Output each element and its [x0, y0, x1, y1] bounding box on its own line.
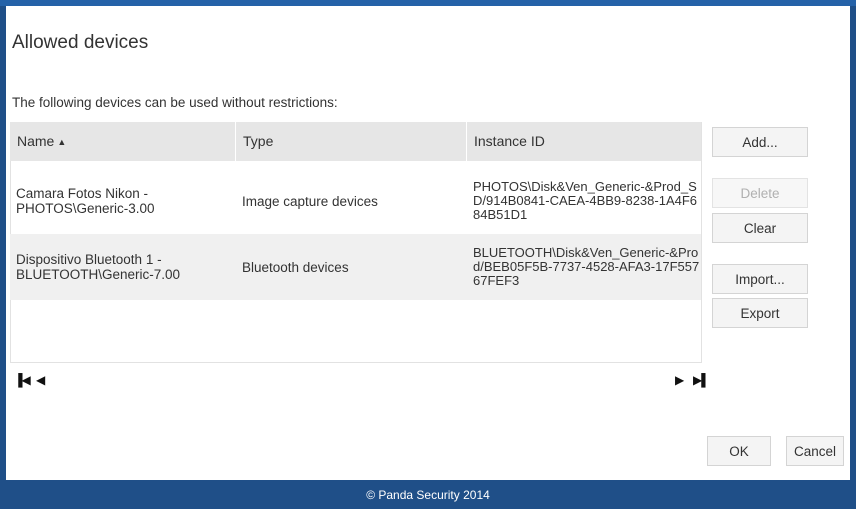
cell-type: Image capture devices: [242, 193, 378, 209]
sort-ascending-icon: ▲: [57, 136, 67, 147]
table-row[interactable]: Dispositivo Bluetooth 1 - BLUETOOTH\Gene…: [10, 234, 701, 300]
cell-type: Bluetooth devices: [242, 259, 349, 275]
footer: © Panda Security 2014: [0, 480, 856, 509]
dialog-title: Allowed devices: [12, 32, 149, 53]
dialog-subtitle: The following devices can be used withou…: [12, 95, 338, 110]
last-page-icon[interactable]: ▶▌: [693, 373, 710, 387]
export-button[interactable]: Export: [712, 298, 808, 328]
ok-button[interactable]: OK: [707, 436, 771, 466]
table-header: Name ▲ Type Instance ID: [10, 122, 701, 161]
cell-name: Dispositivo Bluetooth 1 - BLUETOOTH\Gene…: [16, 252, 181, 282]
previous-page-icon[interactable]: ◀: [36, 373, 45, 387]
cell-instance-id: PHOTOS\Disk&Ven_Generic-&Prod_SD/914B084…: [473, 179, 698, 222]
cell-instance-id: BLUETOOTH\Disk&Ven_Generic-&Prod/BEB05F5…: [473, 245, 700, 288]
copyright-text: © Panda Security 2014: [366, 487, 490, 502]
table-row[interactable]: Camara Fotos Nikon - PHOTOS\Generic-3.00…: [10, 168, 701, 234]
clear-button[interactable]: Clear: [712, 213, 808, 243]
import-button[interactable]: Import...: [712, 264, 808, 294]
column-header-type[interactable]: Type: [236, 122, 467, 161]
delete-button[interactable]: Delete: [712, 178, 808, 208]
column-header-name[interactable]: Name ▲: [10, 122, 236, 161]
cell-name: Camara Fotos Nikon - PHOTOS\Generic-3.00: [16, 186, 155, 216]
cancel-button[interactable]: Cancel: [786, 436, 844, 466]
column-header-name-label: Name: [17, 133, 55, 149]
first-page-icon[interactable]: ▐◀: [14, 373, 31, 387]
column-header-instance-id[interactable]: Instance ID: [467, 122, 701, 161]
next-page-icon[interactable]: ▶: [675, 373, 684, 387]
add-button[interactable]: Add...: [712, 127, 808, 157]
